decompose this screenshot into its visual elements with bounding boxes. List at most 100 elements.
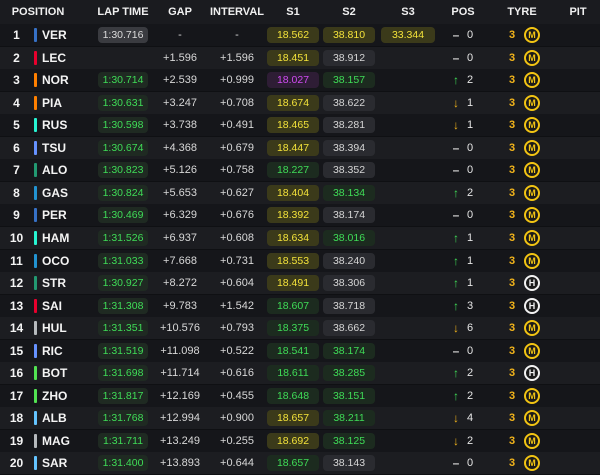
interval-value: +0.708: [220, 96, 254, 109]
position-number: 14: [9, 321, 24, 336]
position-change-value: 0: [466, 51, 474, 64]
interval-value: +0.522: [220, 344, 254, 357]
table-row[interactable]: 4 PIA 1:30.631 +3.247 +0.708 18.674 38.622 ↓ 1 3 M: [0, 91, 600, 114]
header-tyre: TYRE: [507, 6, 537, 18]
lap-time: 1:30.824: [98, 184, 148, 201]
table-row[interactable]: 1 VER 1:30.716 - - 18.562 38.810 33.344 –0 3 M: [0, 24, 600, 46]
team-color-bar: [34, 163, 37, 178]
position-change-value: 0: [466, 164, 474, 177]
header-lap-time: LAP TIME: [97, 6, 149, 18]
table-row[interactable]: 18 ALB 1:31.768 +12.994 +0.900 18.657 38.211 ↓ 4…: [0, 407, 600, 430]
tyre-age: 3: [508, 434, 516, 447]
position-change-dash-icon: –: [452, 208, 460, 223]
position-number: 18: [9, 411, 24, 426]
sector-2-time: 38.151: [323, 387, 375, 404]
gap-value: +2.539: [163, 74, 197, 87]
tyre-age: 3: [508, 322, 516, 335]
table-row[interactable]: 8 GAS 1:30.824 +5.653 +0.627 18.404 38.134 ↑ 2 3 M: [0, 181, 600, 204]
lap-time: 1:30.823: [98, 162, 148, 179]
table-row[interactable]: 3 NOR 1:30.714 +2.539 +0.999 18.027 38.157 ↑ 2 3 M: [0, 69, 600, 92]
tyre-age: 3: [508, 209, 516, 222]
table-row[interactable]: 14 HUL 1:31.351 +10.576 +0.793 18.375 38.662 ↓ 6…: [0, 317, 600, 340]
table-row[interactable]: 2 LEC +1.596 +1.596 18.451 38.912 –0 3 M: [0, 46, 600, 69]
tyre-age: 3: [508, 186, 516, 199]
team-color-bar: [34, 230, 37, 245]
sector-2-time: 38.281: [323, 117, 375, 134]
position-change-value: 2: [466, 74, 474, 87]
gap-value: +11.714: [160, 367, 200, 380]
lap-time: 1:30.598: [98, 117, 148, 134]
table-row[interactable]: 11 OCO 1:31.033 +7.668 +0.731 18.553 38.240 ↑ 1 3…: [0, 249, 600, 272]
tyre-compound-icon: M: [524, 162, 540, 179]
table-row[interactable]: 12 STR 1:30.927 +8.272 +0.604 18.491 38.306 ↑ 1 3…: [0, 272, 600, 295]
tyre-compound-icon: M: [524, 139, 540, 156]
position-change-value: 6: [466, 322, 474, 335]
header-pit: PIT: [569, 6, 587, 18]
interval-value: +0.604: [220, 277, 254, 290]
driver-code: RUS: [42, 118, 68, 133]
position-change-up-arrow-icon: ↑: [453, 298, 459, 313]
tyre-age: 3: [508, 51, 516, 64]
team-color-bar: [34, 140, 37, 155]
tyre-age: 3: [508, 344, 516, 357]
position-change-dash-icon: –: [452, 140, 460, 155]
driver-code: BOT: [42, 366, 68, 381]
sector-2-time: 38.016: [323, 229, 375, 246]
position-change-value: 2: [466, 389, 474, 402]
driver-code: VER: [42, 28, 67, 42]
tyre-compound-icon: H: [524, 365, 540, 382]
sector-2-time: 38.622: [323, 94, 375, 111]
interval-value: +0.455: [220, 389, 254, 402]
team-color-bar: [34, 95, 37, 110]
interval-value: +1.596: [220, 51, 254, 64]
position-change-up-arrow-icon: ↑: [453, 276, 459, 291]
position-number: 12: [9, 276, 24, 291]
sector-1-time: 18.027: [267, 72, 319, 89]
table-row[interactable]: 9 PER 1:30.469 +6.329 +0.676 18.392 38.174 –0 3 M: [0, 204, 600, 227]
table-row[interactable]: 15 RIC 1:31.519 +11.098 +0.522 18.541 38.174 –0…: [0, 339, 600, 362]
tyre-compound-icon: M: [524, 94, 540, 111]
gap-value: +10.576: [159, 322, 201, 335]
tyre-compound-icon: M: [524, 455, 540, 472]
position-number: 4: [13, 95, 20, 110]
sector-1-time: 18.657: [267, 455, 319, 472]
lap-time: 1:30.469: [98, 207, 148, 224]
driver-code: GAS: [42, 185, 69, 200]
header-s2: S2: [342, 6, 356, 18]
team-color-bar: [34, 366, 37, 381]
tyre-compound-icon: M: [524, 229, 540, 246]
position-number: 5: [13, 118, 20, 133]
tyre-age: 3: [508, 164, 516, 177]
table-header: POSITION LAP TIME GAP INTERVAL S1 S2 S3 …: [0, 0, 600, 24]
table-row[interactable]: 16 BOT 1:31.698 +11.714 +0.616 18.611 38.285 ↑ 2…: [0, 362, 600, 385]
table-row[interactable]: 13 SAI 1:31.308 +9.783 +1.542 18.607 38.718 ↑ 3 3…: [0, 294, 600, 317]
gap-value: +5.126: [163, 164, 197, 177]
position-change-value: 1: [466, 119, 474, 132]
sector-2-time: 38.810: [323, 27, 375, 43]
sector-1-time: 18.465: [267, 117, 319, 134]
table-row[interactable]: 10 HAM 1:31.526 +6.937 +0.608 18.634 38.016 ↑ 1 3…: [0, 226, 600, 249]
position-change-value: 0: [466, 209, 474, 222]
sector-2-time: 38.174: [323, 207, 375, 224]
table-row[interactable]: 6 TSU 1:30.674 +4.368 +0.679 18.447 38.394 –0 3 M: [0, 136, 600, 159]
sector-2-time: 38.718: [323, 297, 375, 314]
table-row[interactable]: 7 ALO 1:30.823 +5.126 +0.758 18.227 38.352 –0 3 M: [0, 159, 600, 182]
position-number: 20: [9, 456, 24, 471]
sector-2-time: 38.125: [323, 432, 375, 449]
position-change-up-arrow-icon: ↑: [453, 73, 459, 88]
table-row[interactable]: 17 ZHO 1:31.817 +12.169 +0.455 18.648 38.151 ↑ 2…: [0, 384, 600, 407]
driver-code: SAI: [42, 298, 63, 313]
gap-value: +3.738: [163, 119, 197, 132]
sector-1-time: 18.404: [267, 184, 319, 201]
table-row[interactable]: 19 MAG 1:31.711 +13.249 +0.255 18.692 38.125 ↓ 2…: [0, 429, 600, 452]
sector-2-time: 38.240: [323, 252, 375, 269]
sector-1-time: 18.611: [267, 365, 319, 382]
table-row[interactable]: 5 RUS 1:30.598 +3.738 +0.491 18.465 38.281 ↓ 1 3 M: [0, 114, 600, 137]
header-position: POSITION: [11, 6, 65, 18]
sector-1-time: 18.447: [267, 139, 319, 156]
sector-1-time: 18.674: [267, 94, 319, 111]
table-row[interactable]: 20 SAR 1:31.400 +13.893 +0.644 18.657 38.143 –0…: [0, 452, 600, 475]
tyre-compound-icon: M: [524, 184, 540, 201]
sector-2-time: 38.912: [323, 49, 375, 66]
gap-value: +12.169: [159, 389, 201, 402]
